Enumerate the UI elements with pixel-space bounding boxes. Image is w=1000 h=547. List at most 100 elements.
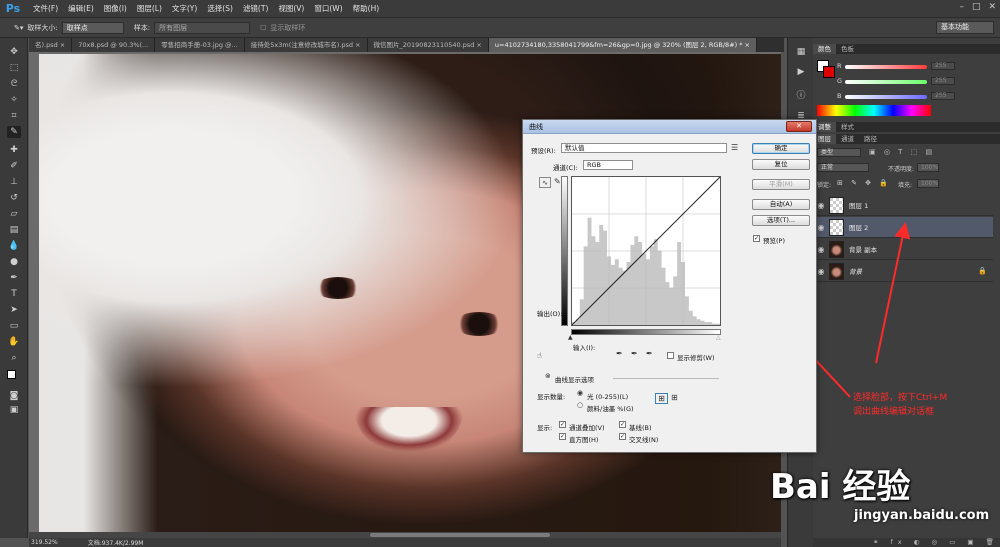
black-eyedropper-icon[interactable]: ✒ [616,349,623,358]
opacity-input[interactable]: 100% [917,163,939,172]
gradient-tool-icon[interactable]: ▤ [7,224,21,236]
channel-b-value[interactable]: 255 [931,92,955,100]
doc-tab[interactable]: 名).psd × [29,38,73,52]
layer-row[interactable]: ◉ 背景 🔒 [813,261,993,282]
channel-overlay-checkbox[interactable]: ✓ [559,421,566,428]
channel-r-value[interactable]: 255 [931,62,955,70]
info-icon[interactable]: ⓘ [795,90,807,102]
sample-size-select[interactable]: 取样点 [61,21,124,34]
pen-tool-icon[interactable]: ✒ [7,272,21,284]
screen-mode-icon[interactable]: ▣ [7,404,21,416]
dialog-close-button[interactable]: ✕ [786,121,812,132]
foreground-color-swatch[interactable] [7,370,21,384]
color-spectrum[interactable] [817,105,931,116]
tab-swatches[interactable]: 色板 [836,44,859,54]
brush-tool-icon[interactable]: ✐ [7,160,21,172]
white-point-slider[interactable]: △ [716,334,721,341]
doc-tab[interactable]: 接待处5x3m(注意修改城市名).psd × [244,38,368,52]
smooth-button[interactable]: 平滑(M) [752,179,810,190]
sample-select[interactable]: 所有图层 [154,21,251,34]
pencil-mode-icon[interactable]: ✎ [554,177,561,186]
clone-stamp-tool-icon[interactable]: ⊥ [7,176,21,188]
actions-icon[interactable]: ▶ [795,66,807,78]
doc-tab-active[interactable]: u=4102734180,3358041799&fm=26&gp=0.jpg @… [488,38,757,52]
background-swatch[interactable] [823,66,835,78]
close-icon[interactable]: ✕ [988,2,996,12]
dialog-titlebar[interactable]: 曲线 ✕ [523,120,816,134]
menu-file[interactable]: 文件(F) [28,0,63,18]
tab-styles[interactable]: 样式 [836,122,859,132]
doc-tab[interactable]: 零售招商手册-03.jpg @... [155,38,245,52]
grid-4x4-icon[interactable]: ⊞ [655,393,668,404]
menu-select[interactable]: 选择(S) [202,0,238,18]
menu-type[interactable]: 文字(Y) [167,0,202,18]
curve-edit-mode-icon[interactable]: ∿ [539,177,551,188]
menu-help[interactable]: 帮助(H) [348,0,385,18]
channel-g-value[interactable]: 255 [931,77,955,85]
layer-row[interactable]: ◉ 背景 副本 [813,239,993,260]
gray-eyedropper-icon[interactable]: ✒ [631,349,638,358]
preset-options-icon[interactable]: ☰ [731,143,738,152]
preset-select[interactable]: 默认值 [561,143,727,153]
path-selection-tool-icon[interactable]: ➤ [7,304,21,316]
type-tool-icon[interactable]: T [7,288,21,300]
crop-tool-icon[interactable]: ⌗ [7,110,21,122]
channel-g-slider[interactable] [845,80,927,84]
menu-window[interactable]: 窗口(W) [309,0,347,18]
curves-graph[interactable] [571,176,721,326]
auto-button[interactable]: 自动(A) [752,199,810,210]
quick-mask-icon[interactable]: ◙ [7,390,21,402]
blur-tool-icon[interactable]: 💧 [7,240,21,252]
blend-mode-select[interactable]: 正常 [817,163,869,172]
histogram-checkbox[interactable]: ✓ [559,433,566,440]
eraser-tool-icon[interactable]: ▱ [7,208,21,220]
pigment-radio[interactable]: ○ [577,401,583,409]
minimize-icon[interactable]: – [959,2,964,12]
lasso-tool-icon[interactable]: ᘓ [7,78,21,90]
channel-b-slider[interactable] [845,95,927,99]
white-eyedropper-icon[interactable]: ✒ [646,349,653,358]
history-brush-tool-icon[interactable]: ↺ [7,192,21,204]
tab-color[interactable]: 颜色 [813,44,836,54]
targeted-adjustment-icon[interactable]: ☝ [537,351,542,360]
layer-row[interactable]: ◉ 图层 1 [813,195,993,216]
options-button[interactable]: 选项(T)... [752,215,810,226]
doc-tab[interactable]: 微信图片_20190823110540.psd × [367,38,489,52]
menu-view[interactable]: 视图(V) [273,0,309,18]
intersection-line-checkbox[interactable]: ✓ [619,433,626,440]
history-icon[interactable]: ▦ [795,46,807,58]
light-radio[interactable]: ◉ [577,389,583,397]
menu-layer[interactable]: 图层(L) [132,0,167,18]
black-point-slider[interactable]: ▲ [568,334,573,341]
magic-wand-tool-icon[interactable]: ✧ [7,94,21,106]
eyedropper-tool-icon[interactable]: ✎▾ [14,24,23,32]
show-ring-checkbox[interactable]: ☐ [260,24,266,32]
menu-image[interactable]: 图像(I) [99,0,132,18]
grid-10x10-icon[interactable]: ⊞ [671,393,678,402]
collapse-chevron-icon[interactable]: ⊗ [545,372,551,380]
maximize-icon[interactable]: □ [972,2,981,12]
show-clipping-checkbox[interactable] [667,352,674,359]
channel-select[interactable]: RGB [583,160,633,170]
scrollbar-thumb[interactable] [370,533,550,537]
hand-tool-icon[interactable]: ✋ [7,336,21,348]
reset-button[interactable]: 复位 [752,159,810,170]
baseline-checkbox[interactable]: ✓ [619,421,626,428]
layer-kind-filter[interactable]: 类型 [817,148,861,157]
menu-filter[interactable]: 滤镜(T) [238,0,273,18]
zoom-tool-icon[interactable]: ⌕ [7,352,21,364]
workspace-select[interactable]: 基本功能 [936,21,994,34]
lock-icons[interactable]: ⊞ ✎ ✥ 🔒 [837,179,891,187]
rectangle-tool-icon[interactable]: ▭ [7,320,21,332]
healing-brush-tool-icon[interactable]: ✚ [7,144,21,156]
doc-tab[interactable]: 70x8.psd @ 90.3%(... [72,38,156,52]
tab-channels[interactable]: 通道 [836,134,859,144]
tab-paths[interactable]: 路径 [859,134,882,144]
zoom-level[interactable]: 319.52% [31,539,58,546]
fill-input[interactable]: 100% [917,179,939,188]
menu-edit[interactable]: 编辑(E) [63,0,99,18]
dodge-tool-icon[interactable]: ● [7,256,21,268]
preview-checkbox[interactable]: ✓ [753,235,760,242]
filter-icons[interactable]: ▣ ◎ T ⬚ ▤ [869,148,935,156]
marquee-tool-icon[interactable]: ⬚ [7,62,21,74]
